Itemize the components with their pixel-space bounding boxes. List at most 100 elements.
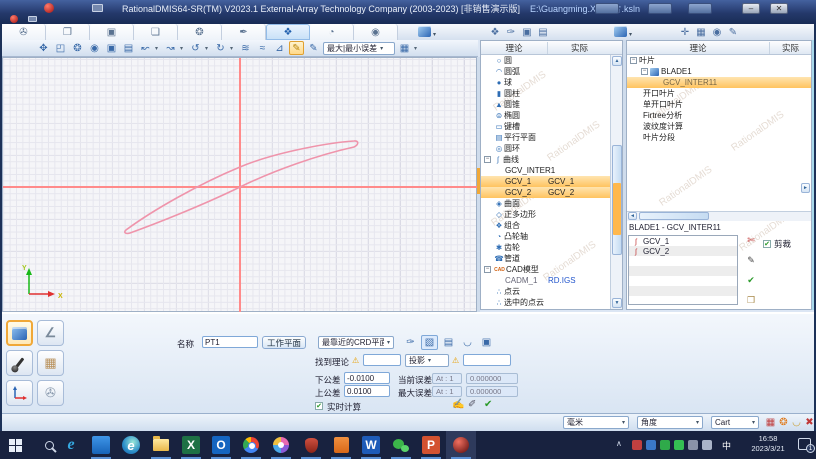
title-tray-icon-1[interactable] bbox=[595, 3, 619, 14]
chevron-down-icon[interactable]: ▾ bbox=[155, 45, 161, 52]
ribbon-tab-3[interactable]: ▣ bbox=[90, 24, 134, 40]
collapse-panel-icon[interactable]: ► bbox=[801, 183, 810, 193]
tree-item-sphere[interactable]: ● 球 bbox=[481, 77, 610, 88]
blade-panel-cube-icon[interactable] bbox=[614, 26, 627, 37]
lower-tolerance-input[interactable] bbox=[344, 372, 390, 384]
taskbar-app-security[interactable] bbox=[296, 431, 326, 459]
report-grid-icon[interactable]: ▦ bbox=[397, 41, 412, 55]
tree-item-gcv-inter1[interactable]: GCV_INTER1 bbox=[481, 165, 610, 176]
ribbon-tab-2[interactable]: ❐ bbox=[46, 24, 90, 40]
curve-tool-1-icon[interactable]: ≋ bbox=[238, 41, 253, 55]
ribbon-tab-8[interactable]: ◔ bbox=[310, 24, 354, 40]
curve-tool-3-icon[interactable]: ⊿ bbox=[272, 41, 287, 55]
error-mode-dropdown[interactable]: 最大|最小误差 ▾ bbox=[323, 41, 395, 55]
zoom-window-icon[interactable]: ◰ bbox=[53, 41, 68, 55]
tree-item-polygon[interactable]: ◇ 正多边形 bbox=[481, 209, 610, 220]
collapse-icon[interactable]: − bbox=[630, 57, 637, 64]
tree-item-circle[interactable]: ○ 圆 bbox=[481, 55, 610, 66]
section-row-empty[interactable] bbox=[629, 276, 737, 286]
annotate-pen2-icon[interactable]: ✎ bbox=[306, 41, 321, 55]
blade-tool-2-icon[interactable]: ▦ bbox=[694, 27, 708, 38]
tray-app-icon-1[interactable] bbox=[632, 440, 642, 450]
workplane-button[interactable]: 工作平面 bbox=[262, 336, 307, 349]
realtime-checkbox[interactable]: ✔ bbox=[315, 402, 323, 410]
section-row-gcv2[interactable]: ʃ GCV_2 bbox=[629, 246, 737, 256]
tree-item-gcv-2-selected[interactable]: GCV_2 GCV_2 bbox=[481, 187, 610, 198]
confirm-icon[interactable]: ✔ bbox=[743, 275, 759, 295]
feature-mode-button-selected[interactable] bbox=[6, 320, 33, 346]
view-eye-icon[interactable]: ◉ bbox=[87, 41, 102, 55]
tree-item-torus[interactable]: ◎ 圆环 bbox=[481, 143, 610, 154]
blade-tool-4-icon[interactable]: ✎ bbox=[726, 27, 740, 38]
theory-column-header[interactable]: 理论 bbox=[481, 42, 547, 54]
section-row-empty[interactable] bbox=[629, 256, 737, 266]
status-probe-icon[interactable]: ◡ bbox=[790, 416, 803, 429]
tree-item-cadm-1[interactable]: CADM_1 RD.IGS bbox=[481, 275, 610, 286]
tree-item-group[interactable]: ❖ 组合 bbox=[481, 220, 610, 231]
sketch-tool-2-icon[interactable]: ↝ bbox=[163, 41, 178, 55]
feature-name-input[interactable] bbox=[202, 336, 258, 348]
accept-icon[interactable]: ✔ bbox=[484, 399, 492, 410]
trim-option[interactable]: ✔ 剪裁 bbox=[763, 238, 791, 250]
view-toggle-5-icon[interactable]: ▣ bbox=[478, 335, 495, 350]
section-row-empty[interactable] bbox=[629, 296, 737, 306]
view-toggle-1-icon[interactable]: ✑ bbox=[402, 335, 419, 350]
tree-item-camshaft[interactable]: ◔ 凸轮轴 bbox=[481, 231, 610, 242]
chevron-down-icon[interactable]: ▾ bbox=[629, 31, 632, 38]
display-mode-icon[interactable]: ▤ bbox=[121, 41, 136, 55]
taskbar-app-edge[interactable]: e bbox=[116, 431, 146, 459]
feature-panel-scrollbar[interactable]: ▲ ▼ bbox=[610, 55, 622, 309]
coord-system-dropdown[interactable]: Cart ▾ bbox=[711, 416, 759, 429]
feature-tool-2-icon[interactable]: ✑ bbox=[504, 27, 518, 38]
pan-icon[interactable]: ✥ bbox=[36, 41, 51, 55]
tree-item-blade1[interactable]: − BLADE1 bbox=[627, 66, 811, 77]
tray-app-icon-3[interactable] bbox=[660, 440, 670, 450]
tree-item-firtree-analysis[interactable]: Firtree分析 bbox=[627, 110, 811, 121]
edit-section-icon[interactable]: ✎ bbox=[743, 255, 759, 275]
feature-tool-4-icon[interactable]: ▤ bbox=[536, 27, 550, 38]
scroll-up-icon[interactable]: ▲ bbox=[612, 56, 622, 66]
tree-item-parallel-planes[interactable]: ▤ 平行平面 bbox=[481, 132, 610, 143]
trim-checkbox[interactable]: ✔ bbox=[763, 240, 771, 248]
tray-expand-icon[interactable]: ∧ bbox=[616, 439, 622, 448]
ribbon-tab-6[interactable]: ✒ bbox=[222, 24, 266, 40]
mark-result-icon[interactable]: ✐ bbox=[468, 399, 476, 410]
sketch-tool-3-icon[interactable]: ↺ bbox=[188, 41, 203, 55]
sketch-tool-1-icon[interactable]: ↜ bbox=[138, 41, 153, 55]
ribbon-tab-5[interactable]: ❂ bbox=[178, 24, 222, 40]
section-row-gcv1[interactable]: ʃ GCV_1 bbox=[629, 236, 737, 246]
quick-access-logo-icon[interactable] bbox=[10, 15, 18, 23]
tree-item-cad-model-group[interactable]: − CAD CAD模型 bbox=[481, 264, 610, 275]
tree-item-gcv-inter11-selected[interactable]: GCV_INTER11 bbox=[627, 77, 811, 88]
feature-tool-3-icon[interactable]: ▣ bbox=[520, 27, 534, 38]
angle-dropdown[interactable]: 角度 ▾ bbox=[637, 416, 703, 429]
probe-tool-button[interactable] bbox=[6, 350, 33, 376]
collapse-icon[interactable]: − bbox=[641, 68, 648, 75]
ribbon-tab-9[interactable]: ◉ bbox=[354, 24, 398, 40]
annotate-pen-icon-active[interactable]: ✎ bbox=[289, 41, 304, 55]
fixture-tool-button[interactable]: ▦ bbox=[37, 350, 64, 376]
taskbar-app-explorer[interactable] bbox=[146, 431, 176, 459]
blade-panel-hscrollbar[interactable]: ◄ bbox=[627, 211, 811, 221]
tree-item-curve-group[interactable]: − ʃ 曲线 bbox=[481, 154, 610, 165]
status-ball-icon[interactable]: ❂ bbox=[777, 416, 790, 429]
projection-target-input[interactable] bbox=[463, 354, 511, 366]
taskbar-app-rationaldmis-active[interactable] bbox=[446, 431, 476, 459]
ribbon-tab-1[interactable]: ✇ bbox=[2, 24, 46, 40]
feature-panel-cube-icon[interactable] bbox=[418, 26, 431, 37]
scroll-left-icon[interactable]: ◄ bbox=[628, 212, 637, 220]
units-dropdown[interactable]: 毫米 ▾ bbox=[563, 416, 629, 429]
scrollbar-thumb[interactable] bbox=[639, 212, 709, 220]
tree-item-gcv-1-selected[interactable]: GCV_1 GCV_1 bbox=[481, 176, 610, 187]
title-tray-icon-2[interactable] bbox=[648, 3, 672, 14]
chevron-down-icon[interactable]: ▾ bbox=[433, 31, 436, 38]
tree-item-blade-segment[interactable]: 叶片分段 bbox=[627, 132, 811, 143]
section-row-empty[interactable] bbox=[629, 286, 737, 296]
tray-app-icon-2[interactable] bbox=[646, 440, 656, 450]
blade-tool-3-icon[interactable]: ◉ bbox=[710, 27, 724, 38]
tree-item-gear[interactable]: ✱ 齿轮 bbox=[481, 242, 610, 253]
sketch-tool-4-icon[interactable]: ↻ bbox=[213, 41, 228, 55]
tree-item-cone[interactable]: ▲ 圆锥 bbox=[481, 99, 610, 110]
theory-feature-input[interactable] bbox=[363, 354, 401, 366]
view-toggle-2-icon-active[interactable]: ▧ bbox=[421, 335, 438, 350]
